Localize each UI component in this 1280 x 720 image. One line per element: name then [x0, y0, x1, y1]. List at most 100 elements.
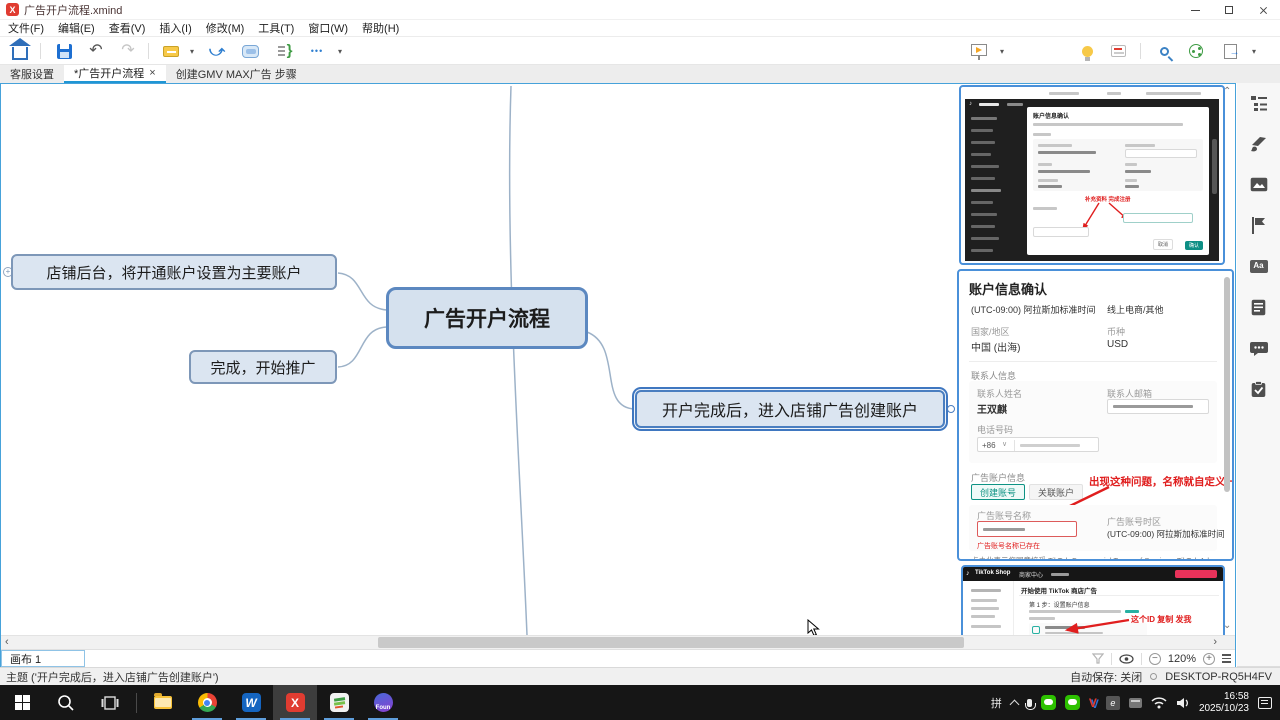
menu-view[interactable]: 查看(V)	[109, 20, 146, 36]
zen-mode-button[interactable]	[1108, 41, 1128, 61]
menu-edit[interactable]: 编辑(E)	[58, 20, 95, 36]
clock[interactable]: 16:58 2025/10/23	[1199, 691, 1249, 715]
menu-insert[interactable]: 插入(I)	[159, 20, 191, 36]
microphone-tray-icon[interactable]	[1027, 699, 1032, 707]
outline-panel-button[interactable]	[1249, 93, 1268, 112]
lightbulb-icon	[1082, 46, 1093, 57]
volume-icon[interactable]	[1176, 697, 1190, 709]
presentation-button[interactable]	[968, 41, 990, 61]
scroll-right-arrow[interactable]: ›	[1213, 636, 1217, 648]
redo-button[interactable]: ↷	[116, 41, 140, 61]
card-icon	[1111, 45, 1126, 57]
chevron-down-icon: ▾	[1000, 47, 1004, 56]
v-app-tray-icon[interactable]: V	[1089, 696, 1097, 710]
tab-close-icon[interactable]: ×	[149, 67, 155, 79]
minimize-button[interactable]	[1178, 0, 1212, 20]
e-app-tray-icon[interactable]: e	[1106, 696, 1120, 710]
taskbar-search-button[interactable]	[44, 685, 88, 720]
eye-icon[interactable]	[1119, 654, 1134, 664]
more-tools-button[interactable]: •••	[304, 41, 330, 61]
device-tray-icon[interactable]	[1129, 698, 1142, 708]
mindmap-canvas[interactable]: + 店铺后台，将开通账户设置为主要账户 完成，开始推广 广告开户流程 开户完成后…	[1, 84, 1235, 635]
insert-image-button[interactable]	[1249, 175, 1268, 194]
search-button[interactable]	[1154, 41, 1174, 61]
insert-topic-dropdown[interactable]: ▾	[186, 41, 198, 61]
tips-button[interactable]	[1078, 41, 1096, 61]
task-panel-button[interactable]	[1249, 380, 1268, 399]
boundary-button[interactable]	[238, 41, 262, 61]
taskbar-w-app[interactable]: W	[229, 685, 273, 720]
home-button[interactable]	[8, 41, 32, 61]
autosave-status[interactable]: 自动保存: 关闭	[1070, 669, 1142, 685]
topic-open-account-done[interactable]: 开户完成后，进入店铺广告创建账户	[635, 390, 945, 428]
central-topic[interactable]: 广告开户流程	[386, 287, 588, 349]
menu-bar: 文件(F) 编辑(E) 查看(V) 插入(I) 修改(M) 工具(T) 窗口(W…	[0, 20, 1280, 37]
scroll-left-arrow[interactable]: ‹	[5, 636, 9, 648]
scrollbar-thumb[interactable]	[378, 637, 964, 648]
ime-indicator[interactable]: 拼	[991, 695, 1002, 711]
sheet-tab-canvas1[interactable]: 画布 1	[1, 650, 85, 667]
taskbar-foun-app[interactable]: Foun	[361, 685, 405, 720]
scroll-up-arrow[interactable]: ⌃	[1223, 86, 1231, 97]
scroll-down-arrow[interactable]: ⌄	[1223, 620, 1231, 631]
marker-panel-button[interactable]	[1249, 216, 1268, 235]
wechat-tray-icon[interactable]	[1041, 695, 1056, 710]
start-button[interactable]	[0, 685, 44, 720]
relationship-button[interactable]: ⤻	[204, 41, 230, 61]
insert-topic-button[interactable]	[160, 41, 182, 61]
undo-button[interactable]: ↶	[84, 41, 108, 61]
tab-gmv-max-steps[interactable]: 创建GMV MAX广告 步骤	[166, 65, 307, 83]
taskbar-xmind[interactable]: X	[273, 685, 317, 720]
boundary-icon	[242, 45, 259, 58]
sticker-panel-button[interactable]: Aa	[1249, 257, 1268, 276]
tab-ad-account-flow[interactable]: *广告开户流程 ×	[64, 65, 166, 83]
menu-modify[interactable]: 修改(M)	[206, 20, 245, 36]
share-button[interactable]	[1186, 41, 1206, 61]
fit-menu-icon[interactable]	[1222, 654, 1231, 663]
task-view-button[interactable]	[88, 685, 132, 720]
topic-finish-promote[interactable]: 完成，开始推广	[189, 350, 337, 384]
menu-help[interactable]: 帮助(H)	[362, 20, 399, 36]
zoom-out-button[interactable]: −	[1149, 653, 1161, 665]
attached-image-account-confirm-detail[interactable]: 账户信息确认 (UTC-09:00) 阿拉斯加标准时间 线上电商/其他 国家/地…	[957, 269, 1234, 561]
wifi-icon[interactable]	[1151, 697, 1167, 709]
more-tools-dropdown[interactable]: ▾	[334, 41, 346, 61]
menu-tools[interactable]: 工具(T)	[258, 20, 294, 36]
horizontal-scrollbar[interactable]: ‹ ›	[1, 635, 1235, 649]
mouse-cursor	[807, 619, 821, 635]
menu-file[interactable]: 文件(F)	[8, 20, 44, 36]
comments-panel-button[interactable]	[1249, 339, 1268, 358]
topic-shop-backend[interactable]: 店铺后台，将开通账户设置为主要账户	[11, 254, 337, 290]
action-center-button[interactable]	[1258, 697, 1272, 709]
export-button[interactable]	[1220, 41, 1240, 61]
maximize-button[interactable]	[1212, 0, 1246, 20]
wechat-work-tray-icon[interactable]	[1065, 695, 1080, 710]
flag-icon	[1251, 217, 1267, 234]
taskbar-editor-app[interactable]	[317, 685, 361, 720]
taskbar-file-explorer[interactable]	[141, 685, 185, 720]
filter-icon[interactable]	[1092, 653, 1104, 665]
confirm-button: 确认	[1185, 241, 1203, 250]
attached-image-account-confirm-overview[interactable]: ♪	[959, 85, 1225, 265]
topic-handle[interactable]	[947, 405, 955, 413]
presentation-dropdown[interactable]: ▾	[996, 41, 1008, 61]
export-dropdown[interactable]: ▾	[1248, 41, 1260, 61]
comment-bubble-icon	[1250, 341, 1268, 357]
format-panel-button[interactable]	[1249, 134, 1268, 153]
tab-customer-service[interactable]: 客服设置	[0, 65, 64, 83]
close-icon	[1259, 6, 1268, 15]
save-button[interactable]	[52, 41, 76, 61]
hidden-icons-button[interactable]	[1011, 698, 1018, 708]
summary-button[interactable]: }	[272, 41, 298, 61]
note-icon: ♪	[969, 101, 972, 107]
status-selection-text: 主题 ('开户完成后，进入店铺广告创建账户')	[0, 669, 219, 685]
attached-image-tiktok-ads-start[interactable]: ♪ TikTok Shop 商家中心 开始使用 TikTok 商店广告 第 1 …	[961, 565, 1225, 635]
search-icon	[57, 694, 75, 712]
zoom-in-button[interactable]: +	[1203, 653, 1215, 665]
taskbar-chrome[interactable]	[185, 685, 229, 720]
notes-panel-button[interactable]	[1249, 298, 1268, 317]
menu-window[interactable]: 窗口(W)	[308, 20, 348, 36]
sync-status-icon	[1150, 673, 1157, 680]
close-button[interactable]	[1246, 0, 1280, 20]
date: 2025/10/23	[1199, 703, 1249, 714]
